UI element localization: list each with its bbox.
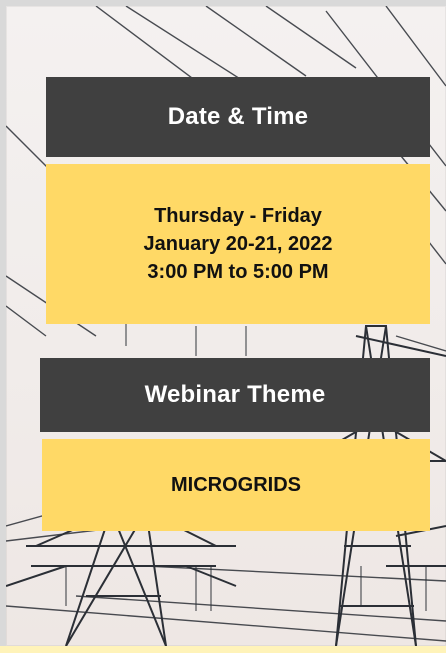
bottom-strip — [0, 646, 446, 653]
event-time: 3:00 PM to 5:00 PM — [147, 261, 329, 283]
date-time-details-card: Thursday - Friday January 20-21, 2022 3:… — [46, 164, 430, 324]
webinar-theme-heading-card: Webinar Theme — [40, 358, 430, 432]
poster-frame: Date & Time Thursday - Friday January 20… — [6, 6, 446, 646]
webinar-theme-heading: Webinar Theme — [144, 381, 326, 408]
webinar-theme-value: MICROGRIDS — [171, 473, 301, 496]
webinar-theme-card: MICROGRIDS — [42, 439, 430, 531]
event-days: Thursday - Friday — [154, 205, 322, 227]
event-dates: January 20-21, 2022 — [143, 233, 333, 255]
date-time-heading-card: Date & Time — [46, 77, 430, 157]
date-time-heading: Date & Time — [167, 103, 309, 130]
